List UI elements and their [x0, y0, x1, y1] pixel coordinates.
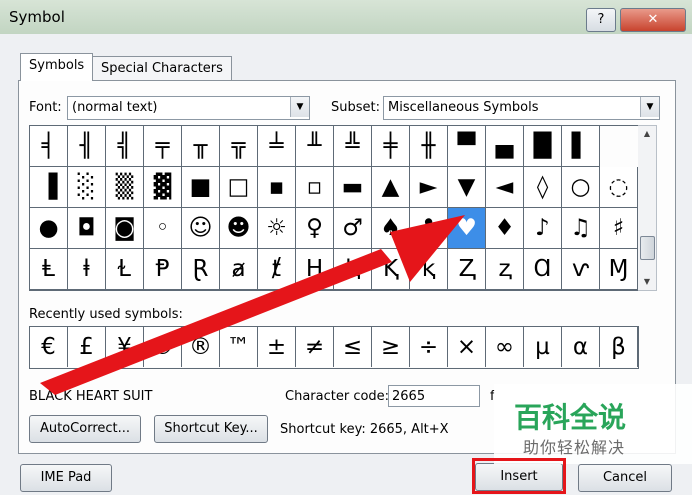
- arrow-head: [390, 215, 465, 282]
- annotation-arrow: [40, 215, 465, 395]
- symbol-dialog: Symbol ? ✕ Symbols Special Characters Fo…: [0, 0, 692, 495]
- arrow-shaft: [40, 249, 392, 395]
- tab-symbols[interactable]: Symbols: [20, 53, 94, 81]
